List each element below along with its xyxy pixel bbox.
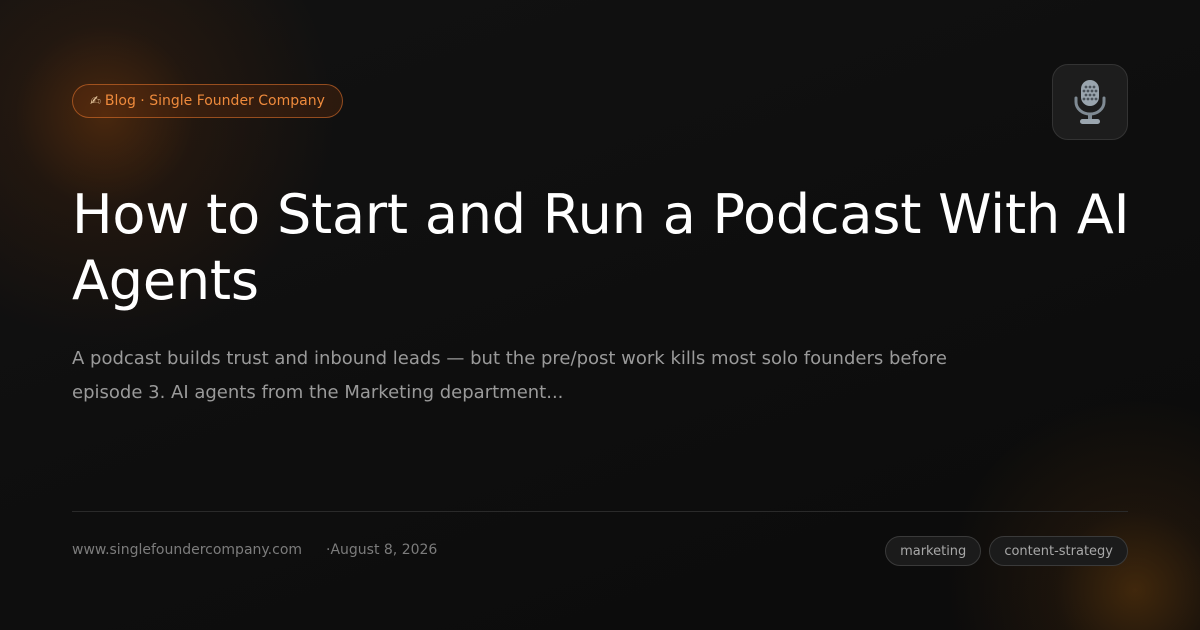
og-card: ✍ Blog · Single Founder Company How to S… [0, 0, 1200, 630]
tag-marketing[interactable]: marketing [885, 536, 982, 566]
category-badge[interactable]: ✍ Blog · Single Founder Company [72, 84, 343, 118]
writing-hand-icon: ✍ [90, 93, 101, 109]
post-title: How to Start and Run a Podcast With AI A… [72, 183, 1130, 312]
tag-content-strategy[interactable]: content-strategy [989, 536, 1128, 566]
tag-list: marketing content-strategy [885, 536, 1128, 566]
footer-divider [72, 511, 1128, 512]
microphone-icon [1074, 80, 1106, 124]
category-badge-label: Blog · Single Founder Company [104, 93, 325, 109]
post-summary: A podcast builds trust and inbound leads… [72, 348, 947, 403]
site-url[interactable]: www.singlefoundercompany.com [72, 542, 302, 558]
publish-date: ·August 8, 2026 [326, 542, 438, 558]
podcast-icon-tile [1052, 64, 1128, 140]
